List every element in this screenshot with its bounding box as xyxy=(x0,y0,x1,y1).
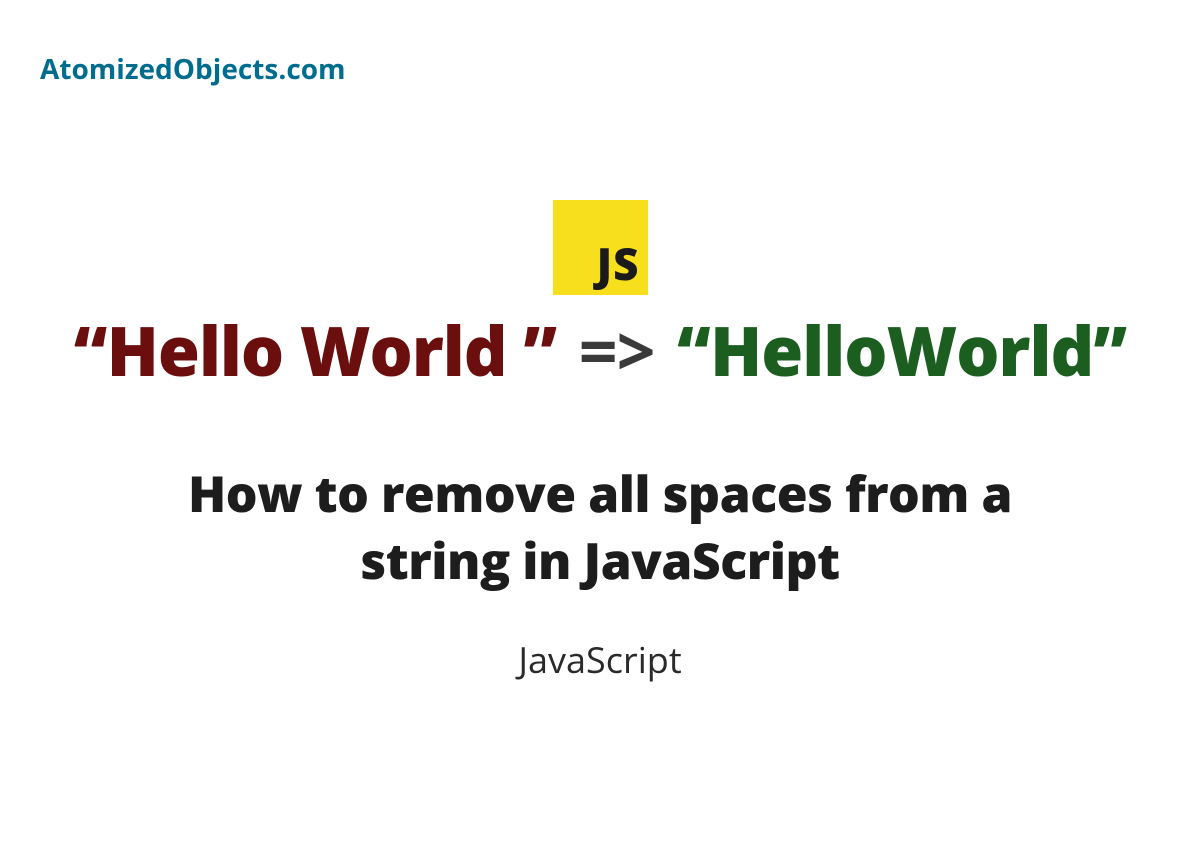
javascript-icon-label: JS xyxy=(597,233,640,293)
article-title: How to remove all spaces from a string i… xyxy=(150,460,1050,595)
string-after: “HelloWorld” xyxy=(677,303,1126,396)
code-transformation: “Hello World ” => “HelloWorld” xyxy=(0,313,1200,388)
javascript-icon: JS xyxy=(553,200,648,295)
arrow-operator: => xyxy=(579,303,655,396)
article-category: JavaScript xyxy=(0,635,1200,684)
site-name: AtomizedObjects.com xyxy=(40,50,346,88)
article-card: JS “Hello World ” => “HelloWorld” How to… xyxy=(0,200,1200,684)
string-before: “Hello World ” xyxy=(74,303,556,396)
